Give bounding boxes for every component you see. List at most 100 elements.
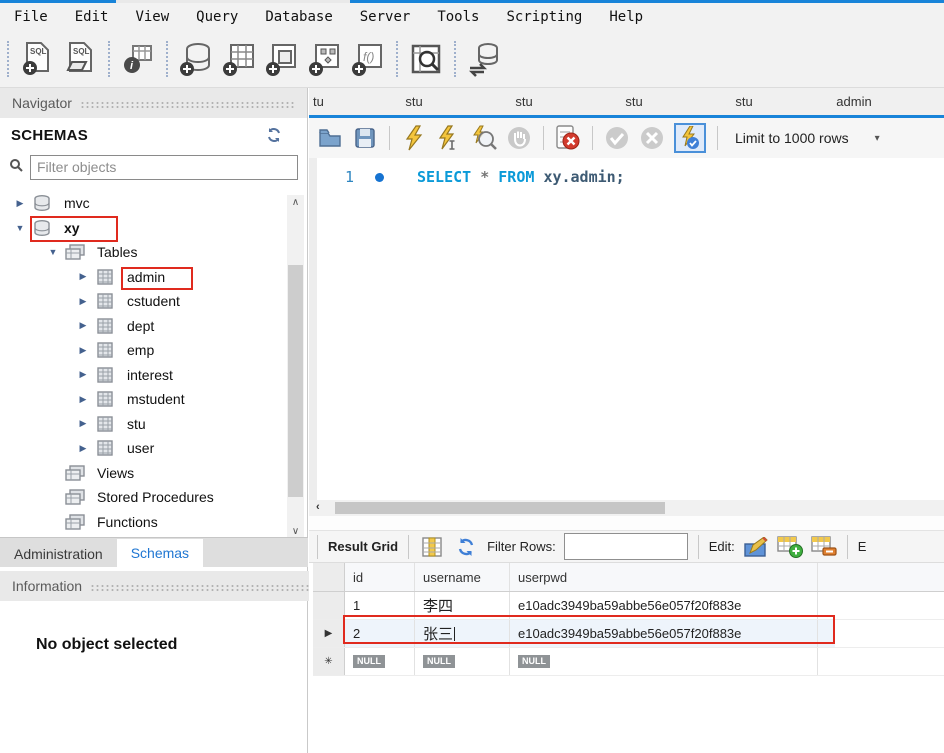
menu-view[interactable]: View	[135, 9, 169, 25]
filter-rows-input[interactable]	[563, 533, 688, 560]
editor-tab-stu-4[interactable]: stu	[579, 94, 689, 109]
execute-query-icon[interactable]	[401, 124, 427, 152]
tree-item-tables-folder[interactable]: ▼ Tables	[0, 240, 286, 265]
chevron-right-icon[interactable]: ▶	[73, 320, 93, 331]
tab-schemas[interactable]: Schemas	[116, 539, 204, 567]
create-schema-icon[interactable]	[178, 39, 214, 79]
scroll-up-icon[interactable]: ∧	[292, 195, 299, 211]
tree-item-table-stu[interactable]: ▶ stu	[0, 412, 286, 437]
information-title: Information	[12, 578, 83, 594]
chevron-down-icon[interactable]: ▼	[10, 223, 30, 233]
create-view-icon[interactable]	[264, 39, 300, 79]
editor-tab-stu-2[interactable]: stu	[359, 94, 469, 109]
chevron-right-icon[interactable]: ▶	[73, 369, 93, 380]
execute-current-statement-icon[interactable]	[436, 124, 462, 152]
delete-row-icon[interactable]	[811, 533, 837, 561]
table-inspector-icon[interactable]: i	[120, 39, 156, 79]
save-icon[interactable]	[352, 124, 378, 152]
cell-id[interactable]: 2	[345, 620, 415, 647]
search-table-data-icon[interactable]	[408, 39, 444, 79]
tree-item-table-interest[interactable]: ▶ interest	[0, 363, 286, 388]
scrollbar-thumb[interactable]	[288, 265, 303, 497]
tree-item-views-folder[interactable]: Views	[0, 461, 286, 486]
menu-edit[interactable]: Edit	[75, 9, 109, 25]
tree-item-schema-mvc[interactable]: ▶ mvc	[0, 191, 286, 216]
menu-tools[interactable]: Tools	[437, 9, 479, 25]
editor-tab-admin[interactable]: admin	[799, 94, 909, 109]
menu-scripting[interactable]: Scripting	[506, 9, 582, 25]
chevron-right-icon[interactable]: ▶	[73, 418, 93, 429]
tree-item-table-cstudent[interactable]: ▶ cstudent	[0, 289, 286, 314]
chevron-right-icon[interactable]: ▶	[73, 345, 93, 356]
filter-objects-input[interactable]	[30, 154, 298, 180]
chevron-down-icon[interactable]: ▼	[43, 247, 63, 257]
stop-query-icon[interactable]	[506, 124, 532, 152]
current-row-marker-icon: ▶	[313, 620, 345, 647]
tree-item-functions-folder[interactable]: Functions	[0, 510, 286, 535]
tree-item-table-admin[interactable]: ▶ admin	[0, 265, 286, 290]
column-layout-icon[interactable]	[419, 533, 445, 561]
editor-horizontal-scrollbar[interactable]: ‹	[309, 500, 944, 516]
sql-object-ref: xy.admin;	[543, 168, 625, 186]
create-procedure-icon[interactable]	[307, 39, 343, 79]
scrollbar-thumb[interactable]	[335, 502, 665, 514]
explain-plan-icon[interactable]	[471, 124, 497, 152]
chevron-right-icon[interactable]: ▶	[73, 394, 93, 405]
cell-id[interactable]: 1	[345, 592, 415, 619]
cell-id-null[interactable]: NULL	[345, 648, 415, 675]
tree-item-table-user[interactable]: ▶ user	[0, 436, 286, 461]
tree-scrollbar[interactable]: ∧ ∨	[287, 195, 304, 540]
cell-username[interactable]: 李四	[415, 592, 510, 619]
chevron-right-icon[interactable]: ▶	[73, 443, 93, 454]
chevron-right-icon[interactable]: ▶	[73, 271, 93, 282]
tab-administration[interactable]: Administration	[0, 541, 117, 567]
cell-username[interactable]: 张三	[415, 620, 510, 647]
new-sql-tab-icon[interactable]: SQL	[19, 39, 55, 79]
open-file-icon[interactable]	[317, 124, 343, 152]
table-row[interactable]: 1 李四 e10adc3949ba59abbe56e057f20f883e	[313, 592, 944, 620]
menu-help[interactable]: Help	[609, 9, 643, 25]
column-header-userpwd[interactable]: userpwd	[510, 563, 818, 591]
row-limit-dropdown[interactable]: Limit to 1000 rows ▾	[735, 130, 880, 146]
tree-item-schema-xy[interactable]: ▼ xy	[0, 216, 286, 241]
editor-tab-stu-1[interactable]: tu	[309, 94, 359, 109]
tree-item-table-emp[interactable]: ▶ emp	[0, 338, 286, 363]
rollback-icon[interactable]	[639, 124, 665, 152]
toggle-autocommit-icon[interactable]	[674, 123, 706, 153]
reconnect-database-icon[interactable]	[466, 39, 502, 79]
create-table-icon[interactable]	[221, 39, 257, 79]
column-header-id[interactable]: id	[345, 563, 415, 591]
tree-item-stored-procedures-folder[interactable]: Stored Procedures	[0, 485, 286, 510]
table-row-selected[interactable]: ▶ 2 张三 e10adc3949ba59abbe56e057f20f883e	[313, 620, 944, 648]
column-header-username[interactable]: username	[415, 563, 510, 591]
tree-item-table-dept[interactable]: ▶ dept	[0, 314, 286, 339]
scroll-left-icon[interactable]: ‹	[316, 501, 320, 513]
chevron-right-icon[interactable]: ▶	[10, 198, 30, 209]
chevron-right-icon[interactable]: ▶	[73, 296, 93, 307]
editor-tab-stu-5[interactable]: stu	[689, 94, 799, 109]
menu-database[interactable]: Database	[265, 9, 332, 25]
sql-code-editor[interactable]: 1 SELECT * FROM xy.admin;	[309, 158, 944, 500]
tree-item-table-mstudent[interactable]: ▶ mstudent	[0, 387, 286, 412]
tree-label: Views	[97, 464, 135, 481]
cell-userpwd[interactable]: e10adc3949ba59abbe56e057f20f883e	[510, 620, 818, 647]
cell-userpwd[interactable]: e10adc3949ba59abbe56e057f20f883e	[510, 592, 818, 619]
insert-row-icon[interactable]	[777, 533, 803, 561]
menu-query[interactable]: Query	[196, 9, 238, 25]
new-row-placeholder[interactable]: ✳ NULL NULL NULL	[313, 648, 944, 676]
edit-record-icon[interactable]	[743, 533, 769, 561]
menu-file[interactable]: File	[14, 9, 48, 25]
toolbar-separator	[317, 534, 318, 559]
toggle-stop-on-error-icon[interactable]	[555, 124, 581, 152]
editor-tab-stu-3[interactable]: stu	[469, 94, 579, 109]
create-function-icon[interactable]: f()	[350, 39, 386, 79]
export-label-truncated[interactable]: E	[858, 539, 867, 554]
new-row-marker-icon: ✳	[313, 648, 345, 675]
cell-userpwd-null[interactable]: NULL	[510, 648, 818, 675]
cell-username-null[interactable]: NULL	[415, 648, 510, 675]
refresh-schemas-icon[interactable]	[262, 127, 286, 143]
open-sql-script-icon[interactable]: SQL	[62, 39, 98, 79]
commit-icon[interactable]	[604, 124, 630, 152]
refresh-results-icon[interactable]	[453, 533, 479, 561]
menu-server[interactable]: Server	[360, 9, 411, 25]
